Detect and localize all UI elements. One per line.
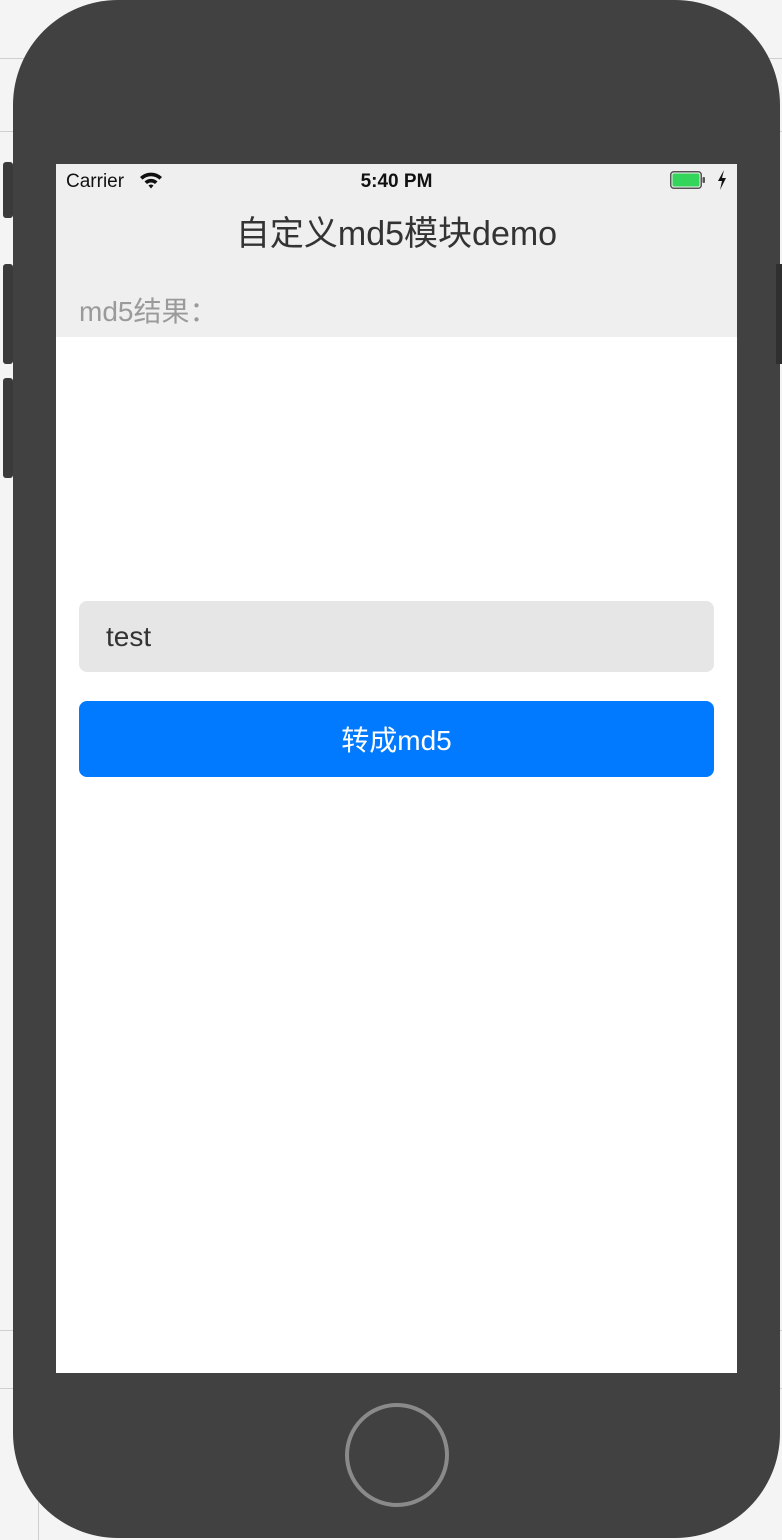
text-input[interactable]: [79, 601, 714, 672]
page-title: 自定义md5模块demo: [235, 215, 558, 253]
app-screen: Carrier 5:40 PM 自定义md5模块demo md5结果： 转成md…: [56, 164, 737, 1373]
status-time: 5:40 PM: [360, 171, 433, 192]
charging-bolt-icon: [718, 170, 726, 190]
power-button: [776, 264, 782, 364]
battery-icon: [670, 171, 705, 189]
home-button[interactable]: [345, 1403, 449, 1507]
md5-result-label: md5结果：: [79, 296, 218, 327]
md5-result-area: md5结果：: [56, 268, 737, 337]
volume-down-button: [3, 378, 13, 478]
status-bar: Carrier 5:40 PM: [56, 164, 737, 198]
volume-up-button: [3, 264, 13, 364]
convert-md5-button[interactable]: 转成md5: [79, 701, 714, 777]
navigation-bar: 自定义md5模块demo: [56, 198, 737, 268]
mute-switch: [3, 162, 13, 218]
